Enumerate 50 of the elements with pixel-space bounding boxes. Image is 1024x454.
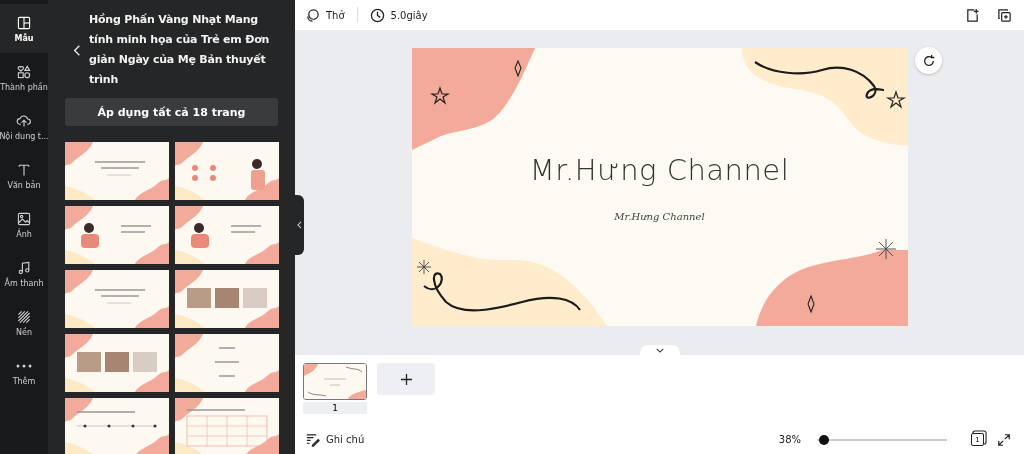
template-thumbnail[interactable]	[175, 206, 279, 264]
sparkle-doodle	[513, 59, 522, 78]
template-thumbnail[interactable]	[65, 206, 169, 264]
apply-all-button[interactable]: Áp dụng tất cả 18 trang	[65, 98, 278, 126]
star-doodle	[885, 90, 906, 109]
chevron-left-icon	[297, 221, 302, 229]
music-note-icon	[16, 259, 32, 276]
notes-icon	[305, 432, 320, 447]
notes-button[interactable]: Ghi chú	[305, 432, 365, 447]
chevron-left-icon	[73, 43, 81, 57]
template-thumbnail[interactable]	[175, 334, 279, 392]
refresh-icon	[921, 53, 936, 68]
stripes-icon	[16, 308, 32, 325]
duration-button[interactable]: 5.0giây	[369, 7, 428, 23]
chevron-down-icon	[655, 347, 664, 353]
star-doodle	[429, 86, 450, 105]
add-page-icon	[964, 7, 980, 23]
template-thumbnail[interactable]	[175, 270, 279, 328]
expand-icon	[997, 432, 1011, 447]
page-thumbnail[interactable]	[303, 363, 367, 400]
template-thumbnail[interactable]	[65, 142, 169, 200]
asterisk-doodle	[875, 238, 896, 260]
shapes-icon	[16, 63, 32, 80]
hide-pages-button[interactable]	[639, 345, 680, 355]
clock-icon	[369, 7, 385, 23]
layout-icon	[16, 14, 32, 31]
template-title: Hồng Phấn Vàng Nhạt Mang tính minh họa của Trẻ em Đơn giản Ngày của Mẹ Bản thuyết trình	[89, 12, 271, 88]
slide-subtitle: Mr.Hưng Channel	[614, 211, 705, 222]
asterisk-doodle	[416, 259, 431, 275]
template-thumbnail[interactable]	[65, 398, 169, 454]
duplicate-icon	[996, 7, 1012, 23]
page-number: 1	[303, 402, 367, 414]
template-thumbnail[interactable]	[65, 334, 169, 392]
template-thumbnail[interactable]	[65, 270, 169, 328]
collapse-panel-handle[interactable]	[295, 195, 304, 255]
animation-icon	[305, 7, 320, 23]
sparkle-doodle	[806, 294, 815, 314]
slide[interactable]: Mr.Hưng Channel Mr.Hưng Channel	[411, 48, 908, 326]
cloud-upload-icon	[16, 112, 32, 129]
image-icon	[16, 210, 32, 227]
sidebar-item[interactable]: Mẫu	[0, 4, 48, 53]
animate-button[interactable]: Thở	[305, 7, 345, 23]
slide-title: Mr.Hưng Channel	[529, 153, 790, 187]
template-thumbnail[interactable]	[175, 142, 279, 200]
slider-thumb[interactable]	[818, 434, 829, 445]
regenerate-button[interactable]	[915, 47, 942, 74]
template-thumbnail[interactable]	[175, 398, 279, 454]
zoom-percentage: 38%	[778, 434, 801, 445]
plus-icon	[399, 372, 413, 386]
more-icon	[16, 363, 32, 368]
